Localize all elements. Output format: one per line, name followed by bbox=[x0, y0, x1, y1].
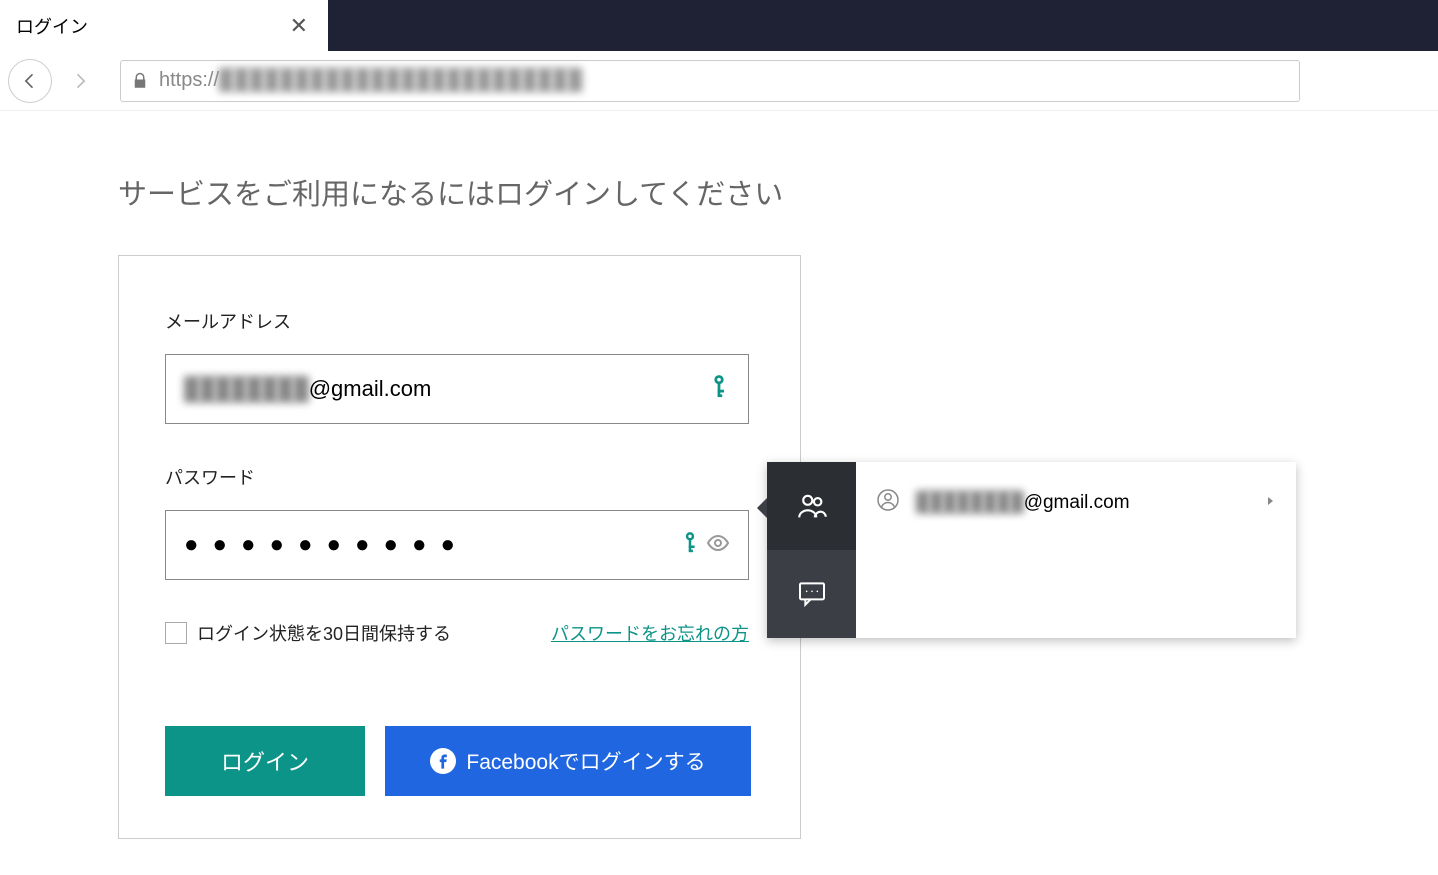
options-row: ログイン状態を30日間保持する パスワードをお忘れの方 bbox=[165, 620, 749, 646]
url-text: https://████████████████████████ bbox=[159, 69, 583, 92]
person-icon bbox=[876, 488, 900, 517]
remember-checkbox[interactable]: ログイン状態を30日間保持する bbox=[165, 620, 451, 646]
address-bar[interactable]: https://████████████████████████ bbox=[120, 60, 1300, 102]
password-manager-popup: ████████@gmail.com bbox=[767, 462, 1296, 638]
popup-feedback-tab[interactable] bbox=[767, 550, 856, 638]
tab-title: ログイン bbox=[16, 13, 286, 39]
page-heading: サービスをご利用になるにはログインしてください bbox=[118, 171, 1438, 213]
chevron-right-icon bbox=[1264, 494, 1276, 512]
forgot-password-link[interactable]: パスワードをお忘れの方 bbox=[551, 620, 749, 646]
checkbox-box[interactable] bbox=[165, 622, 187, 644]
saved-account-email: ████████@gmail.com bbox=[916, 492, 1264, 514]
password-label: パスワード bbox=[165, 464, 754, 490]
login-card: メールアドレス ████████@gmail.com パスワード ●●●●●●●… bbox=[118, 255, 801, 839]
saved-account-row[interactable]: ████████@gmail.com bbox=[876, 488, 1276, 517]
email-group: メールアドレス ████████@gmail.com bbox=[165, 308, 754, 424]
speech-bubble-icon bbox=[796, 578, 828, 610]
key-icon[interactable] bbox=[680, 530, 700, 561]
facebook-login-button[interactable]: Facebookでログインする bbox=[385, 726, 751, 796]
login-button[interactable]: ログイン bbox=[165, 726, 365, 796]
nav-bar: https://████████████████████████ bbox=[0, 51, 1438, 111]
close-icon[interactable]: ✕ bbox=[286, 13, 312, 39]
facebook-icon bbox=[430, 748, 456, 774]
back-button[interactable] bbox=[8, 59, 52, 103]
popup-arrow bbox=[757, 498, 767, 518]
password-group: パスワード ●●●●●●●●●● bbox=[165, 464, 754, 580]
popup-sidebar bbox=[767, 462, 856, 638]
password-input[interactable]: ●●●●●●●●●● bbox=[184, 531, 674, 559]
key-icon[interactable] bbox=[708, 373, 730, 406]
popup-body: ████████@gmail.com bbox=[856, 462, 1296, 638]
button-row: ログイン Facebookでログインする bbox=[165, 726, 754, 796]
email-label: メールアドレス bbox=[165, 308, 754, 334]
popup-accounts-tab[interactable] bbox=[767, 462, 856, 550]
eye-icon[interactable] bbox=[706, 531, 730, 560]
password-field-wrap: ●●●●●●●●●● bbox=[165, 510, 749, 580]
lock-icon bbox=[131, 72, 149, 90]
facebook-button-label: Facebookでログインする bbox=[466, 746, 705, 776]
remember-label: ログイン状態を30日間保持する bbox=[197, 620, 451, 646]
browser-tab[interactable]: ログイン ✕ bbox=[0, 0, 328, 51]
users-icon bbox=[795, 489, 829, 523]
email-field-wrap: ████████@gmail.com bbox=[165, 354, 749, 424]
email-input[interactable]: ████████@gmail.com bbox=[184, 376, 702, 402]
forward-button[interactable] bbox=[58, 59, 102, 103]
tab-strip: ログイン ✕ bbox=[0, 0, 1438, 51]
